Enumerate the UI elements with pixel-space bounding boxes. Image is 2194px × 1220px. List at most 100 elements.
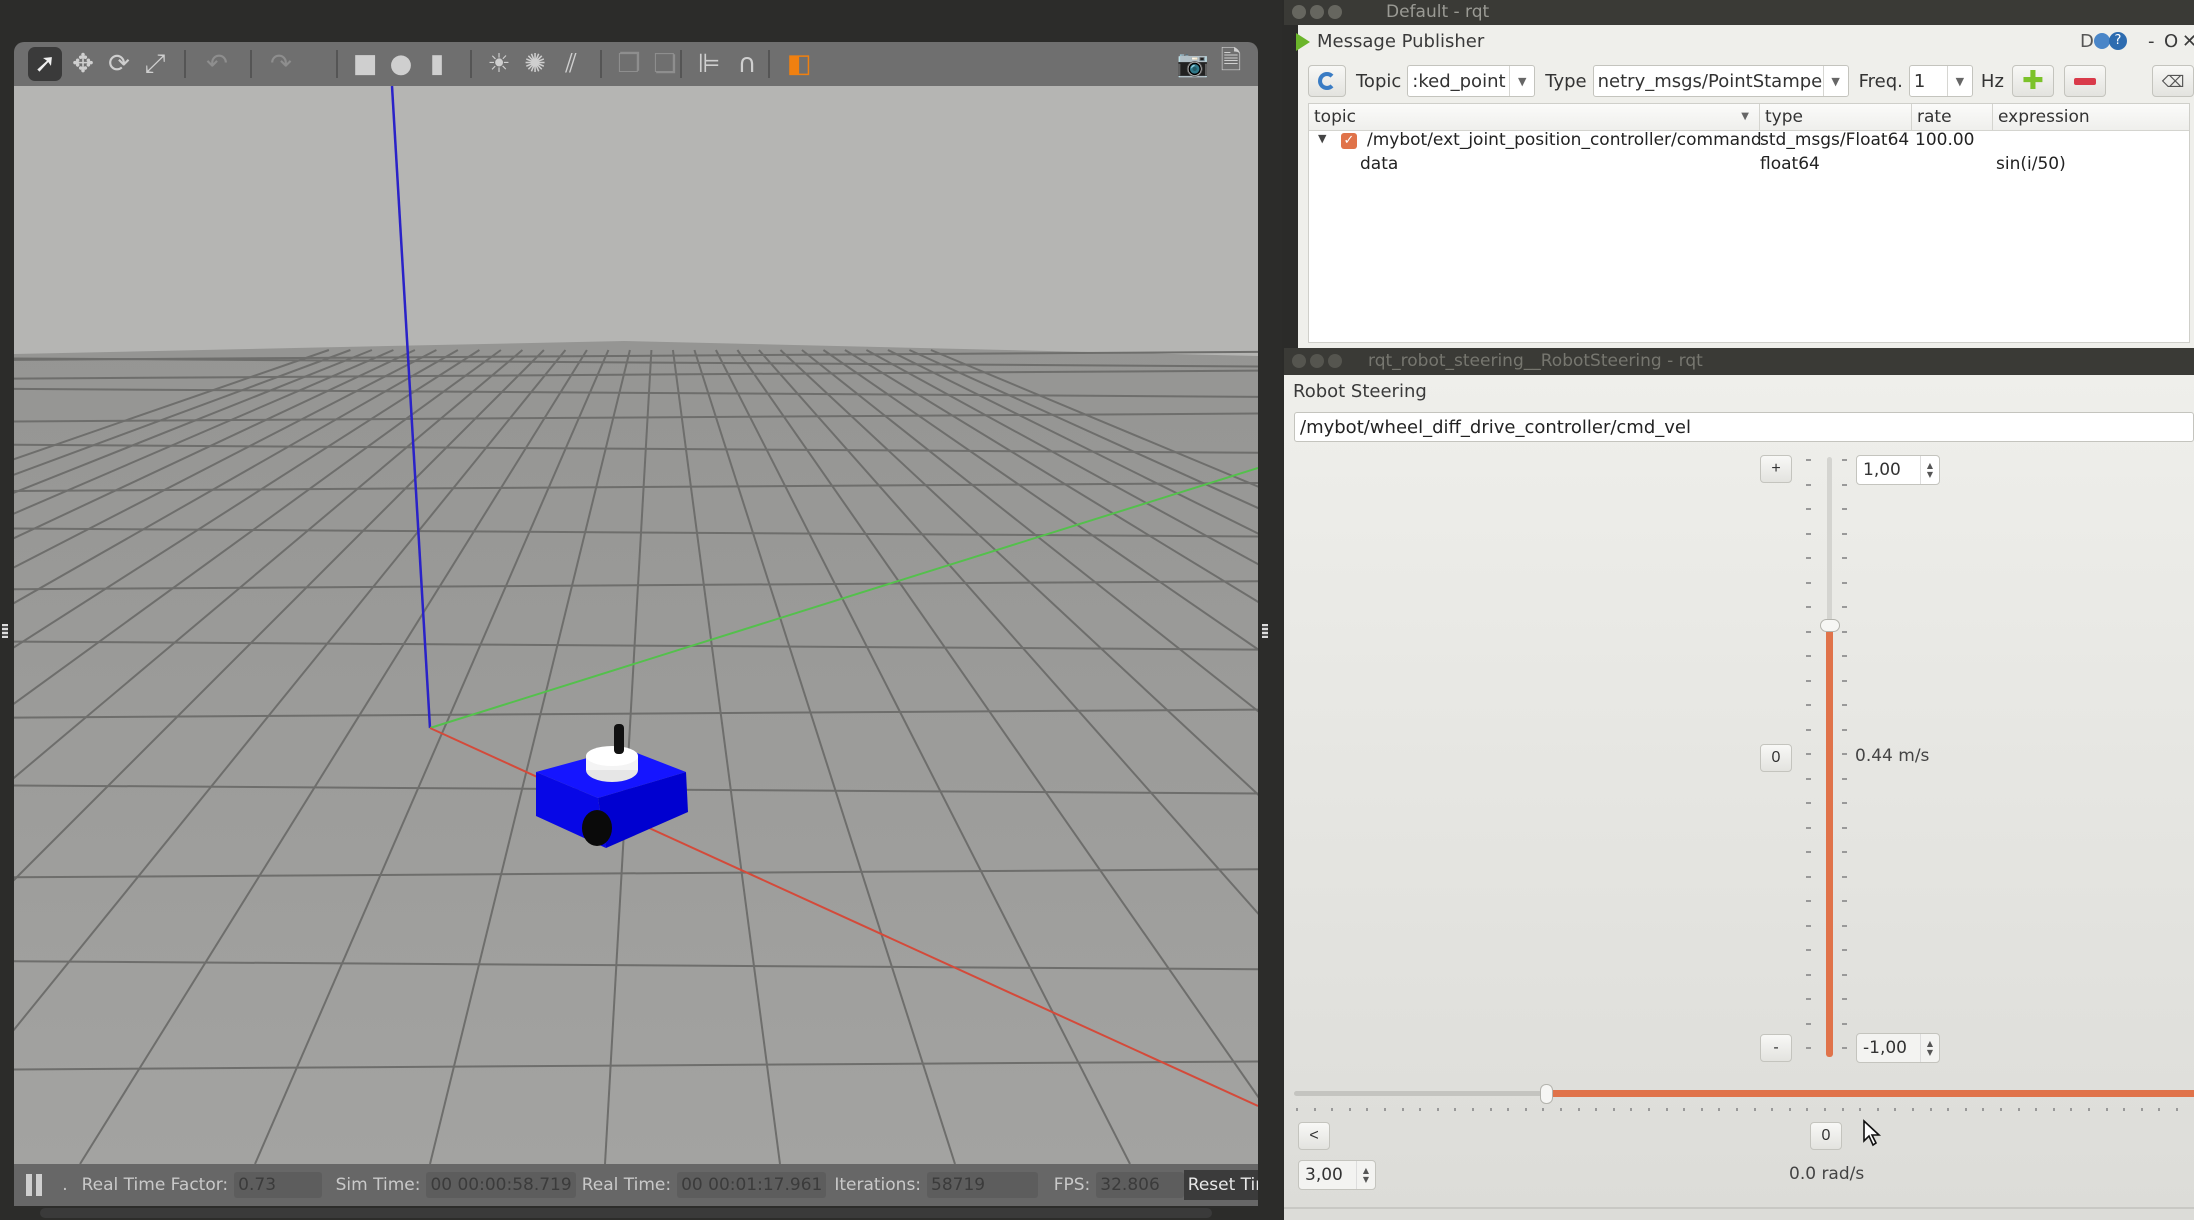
row-rate[interactable]: 100.00 [1915, 130, 1974, 150]
reset-time-button[interactable]: Reset Time [1183, 1170, 1258, 1200]
publishers-tree[interactable]: topic ▼ type rate expression ▼ ✓ /mybot/e… [1308, 103, 2190, 343]
slider-tick [1806, 606, 1811, 608]
linear-increase-button[interactable]: + [1760, 455, 1792, 483]
slider-handle[interactable] [1820, 619, 1840, 632]
sim-time-value: 00 00:00:58.719 [426, 1172, 576, 1198]
float-plugin-button[interactable]: O [2164, 31, 2178, 52]
slider-tick [1842, 728, 1847, 731]
copy-button[interactable]: ❐ [612, 47, 646, 81]
slider-tick [1842, 679, 1847, 682]
enable-checkbox[interactable]: ✓ [1341, 133, 1357, 149]
linear-max-spinbox[interactable]: 1,00 ▲ ▼ [1856, 455, 1940, 485]
horizontal-scrollbar[interactable] [40, 1208, 1212, 1218]
slider-tick [1806, 998, 1811, 1000]
slider-tick [1648, 1108, 1650, 1111]
refresh-icon [1318, 72, 1336, 90]
maximize-window-button[interactable] [1328, 5, 1342, 19]
view-angle-button[interactable]: ◧ [782, 47, 816, 81]
angular-velocity-slider[interactable] [1294, 1083, 2194, 1105]
angular-zero-button[interactable]: 0 [1810, 1122, 1842, 1150]
move-arrows-icon: ✥ [72, 49, 94, 79]
column-header-rate[interactable]: rate [1912, 104, 1993, 130]
scale-mode-button[interactable]: ⤢ [138, 47, 172, 81]
angular-left-button[interactable]: < [1298, 1122, 1330, 1150]
freq-combobox[interactable]: 1 ▼ [1908, 65, 1973, 97]
reload-plugin-icon[interactable] [2094, 33, 2110, 49]
fps-value: 32.806 [1096, 1172, 1184, 1198]
paste-button[interactable]: ❏ [648, 47, 682, 81]
close-window-button[interactable] [1292, 354, 1306, 368]
refresh-topics-button[interactable] [1308, 65, 1346, 97]
slider-tick [2035, 1108, 2038, 1111]
clear-publishers-button[interactable]: ⌫ [2152, 65, 2194, 97]
close-plugin-button[interactable]: ✕ [2182, 31, 2194, 52]
left-splitter-handle[interactable] [2, 624, 8, 638]
right-splitter-handle[interactable] [1262, 624, 1268, 638]
linear-min-value: -1,00 [1863, 1038, 1907, 1058]
linear-decrease-button[interactable]: - [1760, 1034, 1792, 1062]
column-header-topic[interactable]: topic ▼ [1309, 104, 1760, 130]
rotate-mode-button[interactable]: ⟳ [102, 47, 136, 81]
expand-arrow-icon[interactable]: ▼ [1318, 132, 1326, 145]
toolbar-separator [184, 50, 186, 78]
slider-tick [1842, 459, 1847, 461]
minimize-plugin-button[interactable]: - [2148, 31, 2155, 52]
gazebo-window: ➚ ✥ ⟳ ⤢ ↶ ↷ ■ ● ▮ ☀ ✺ ⫽ ❐ ❏ ⊫ ∩ ◧ 📷 🗎 . … [0, 0, 1282, 1220]
publisher-toolbar: Topic :ked_point ▼ Type netry_msgs/Point… [1308, 63, 2194, 99]
minimize-window-button[interactable] [1310, 354, 1324, 368]
topic-combobox[interactable]: :ked_point ▼ [1407, 65, 1536, 97]
sphere-shape-button[interactable]: ● [384, 47, 418, 81]
toolbar-separator [600, 50, 602, 78]
linear-velocity-slider[interactable] [1820, 457, 1840, 1057]
help-icon[interactable]: ? [2109, 32, 2127, 50]
maximize-window-button[interactable] [1328, 354, 1342, 368]
slider-tick [1296, 1108, 1298, 1111]
docking-d-button[interactable]: D [2080, 31, 2094, 52]
undo-button[interactable]: ↶ [200, 47, 234, 81]
snap-button[interactable]: ∩ [730, 47, 764, 81]
redo-button[interactable]: ↷ [264, 47, 298, 81]
remove-publisher-button[interactable] [2063, 65, 2106, 97]
sun-light-icon: ☀ [487, 49, 511, 79]
column-header-expression[interactable]: expression [1993, 104, 2189, 130]
slider-tick [2088, 1108, 2090, 1111]
slider-handle[interactable] [1540, 1084, 1553, 1104]
minimize-window-button[interactable] [1310, 5, 1324, 19]
arrow-cursor-icon: ➚ [34, 49, 56, 79]
tree-row-publisher[interactable]: ▼ ✓ /mybot/ext_joint_position_controller… [1309, 130, 2189, 154]
slider-tick [1507, 1108, 1510, 1111]
box-shape-button[interactable]: ■ [348, 47, 382, 81]
toolbar-separator [680, 50, 682, 78]
cylinder-shape-button[interactable]: ▮ [420, 47, 454, 81]
column-header-type[interactable]: type [1760, 104, 1912, 130]
field-expression[interactable]: sin(i/50) [1996, 154, 2066, 174]
robot-sensor [614, 724, 624, 754]
spot-light-button[interactable]: ✺ [518, 47, 552, 81]
3d-viewport[interactable] [14, 86, 1258, 1164]
cmd-vel-topic-input[interactable]: /mybot/wheel_diff_drive_controller/cmd_v… [1294, 412, 2194, 442]
box-icon: ■ [352, 49, 378, 79]
screenshot-button[interactable]: 📷 [1176, 47, 1210, 81]
select-mode-button[interactable]: ➚ [28, 47, 62, 81]
type-combobox[interactable]: netry_msgs/PointStamped ▼ [1592, 65, 1849, 97]
angular-max-value: 3,00 [1305, 1165, 1343, 1185]
slider-tick [1806, 459, 1811, 461]
log-button[interactable]: 🗎 [1214, 46, 1248, 81]
slider-tick [1806, 483, 1811, 486]
translate-mode-button[interactable]: ✥ [66, 47, 100, 81]
point-light-button[interactable]: ☀ [482, 47, 516, 81]
linear-min-spinbox[interactable]: -1,00 ▲ ▼ [1856, 1033, 1940, 1063]
clear-icon: ⌫ [2161, 71, 2185, 91]
slider-tick [1929, 1108, 1932, 1111]
slider-tick [1842, 532, 1847, 535]
pause-button[interactable] [26, 1174, 44, 1196]
linear-zero-button[interactable]: 0 [1760, 744, 1792, 772]
add-publisher-button[interactable]: ✚ [2011, 65, 2054, 97]
align-button[interactable]: ⊫ [692, 47, 726, 81]
tree-row-field[interactable]: data float64 sin(i/50) [1309, 154, 2189, 178]
angular-max-spinbox[interactable]: 3,00 ▲ ▼ [1298, 1160, 1376, 1190]
slider-tick [1842, 655, 1847, 657]
slider-tick [1894, 1108, 1897, 1111]
directional-light-button[interactable]: ⫽ [554, 47, 588, 81]
close-window-button[interactable] [1292, 5, 1306, 19]
